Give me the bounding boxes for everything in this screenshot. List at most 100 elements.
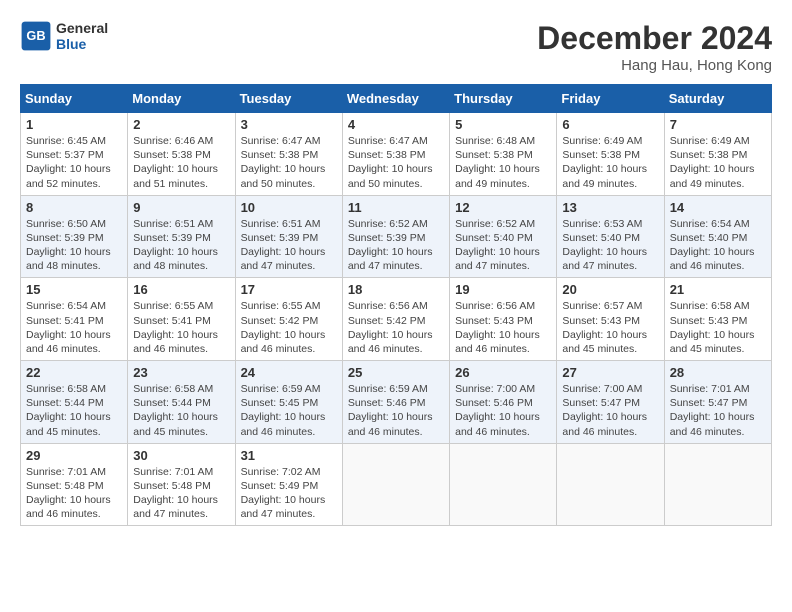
day-number: 5 xyxy=(455,117,551,132)
day-info: Sunrise: 6:53 AM Sunset: 5:40 PM Dayligh… xyxy=(562,217,658,274)
day-info: Sunrise: 6:47 AM Sunset: 5:38 PM Dayligh… xyxy=(348,134,444,191)
day-number: 22 xyxy=(26,365,122,380)
calendar-cell: 14 Sunrise: 6:54 AM Sunset: 5:40 PM Dayl… xyxy=(664,195,771,278)
calendar-cell: 4 Sunrise: 6:47 AM Sunset: 5:38 PM Dayli… xyxy=(342,113,449,196)
day-info: Sunrise: 6:45 AM Sunset: 5:37 PM Dayligh… xyxy=(26,134,122,191)
calendar-cell: 17 Sunrise: 6:55 AM Sunset: 5:42 PM Dayl… xyxy=(235,278,342,361)
day-number: 8 xyxy=(26,200,122,215)
weekday-header-sunday: Sunday xyxy=(21,85,128,113)
calendar-cell: 30 Sunrise: 7:01 AM Sunset: 5:48 PM Dayl… xyxy=(128,443,235,526)
calendar-cell: 1 Sunrise: 6:45 AM Sunset: 5:37 PM Dayli… xyxy=(21,113,128,196)
day-number: 7 xyxy=(670,117,766,132)
calendar-cell: 12 Sunrise: 6:52 AM Sunset: 5:40 PM Dayl… xyxy=(450,195,557,278)
day-number: 2 xyxy=(133,117,229,132)
calendar-cell: 18 Sunrise: 6:56 AM Sunset: 5:42 PM Dayl… xyxy=(342,278,449,361)
calendar-cell: 16 Sunrise: 6:55 AM Sunset: 5:41 PM Dayl… xyxy=(128,278,235,361)
calendar-week-row: 8 Sunrise: 6:50 AM Sunset: 5:39 PM Dayli… xyxy=(21,195,772,278)
calendar-cell: 21 Sunrise: 6:58 AM Sunset: 5:43 PM Dayl… xyxy=(664,278,771,361)
calendar-cell: 20 Sunrise: 6:57 AM Sunset: 5:43 PM Dayl… xyxy=(557,278,664,361)
day-info: Sunrise: 6:54 AM Sunset: 5:41 PM Dayligh… xyxy=(26,299,122,356)
day-number: 16 xyxy=(133,282,229,297)
day-info: Sunrise: 6:59 AM Sunset: 5:45 PM Dayligh… xyxy=(241,382,337,439)
day-info: Sunrise: 6:58 AM Sunset: 5:43 PM Dayligh… xyxy=(670,299,766,356)
day-number: 9 xyxy=(133,200,229,215)
day-info: Sunrise: 6:51 AM Sunset: 5:39 PM Dayligh… xyxy=(241,217,337,274)
calendar-cell: 8 Sunrise: 6:50 AM Sunset: 5:39 PM Dayli… xyxy=(21,195,128,278)
day-number: 19 xyxy=(455,282,551,297)
day-number: 13 xyxy=(562,200,658,215)
day-number: 15 xyxy=(26,282,122,297)
calendar-cell xyxy=(450,443,557,526)
day-number: 11 xyxy=(348,200,444,215)
day-info: Sunrise: 7:00 AM Sunset: 5:47 PM Dayligh… xyxy=(562,382,658,439)
day-info: Sunrise: 7:01 AM Sunset: 5:47 PM Dayligh… xyxy=(670,382,766,439)
day-number: 27 xyxy=(562,365,658,380)
calendar-cell: 2 Sunrise: 6:46 AM Sunset: 5:38 PM Dayli… xyxy=(128,113,235,196)
day-info: Sunrise: 6:47 AM Sunset: 5:38 PM Dayligh… xyxy=(241,134,337,191)
day-info: Sunrise: 7:02 AM Sunset: 5:49 PM Dayligh… xyxy=(241,465,337,522)
day-number: 31 xyxy=(241,448,337,463)
day-number: 12 xyxy=(455,200,551,215)
calendar-table: SundayMondayTuesdayWednesdayThursdayFrid… xyxy=(20,84,772,526)
calendar-cell: 9 Sunrise: 6:51 AM Sunset: 5:39 PM Dayli… xyxy=(128,195,235,278)
calendar-cell: 28 Sunrise: 7:01 AM Sunset: 5:47 PM Dayl… xyxy=(664,361,771,444)
day-info: Sunrise: 6:48 AM Sunset: 5:38 PM Dayligh… xyxy=(455,134,551,191)
weekday-header-wednesday: Wednesday xyxy=(342,85,449,113)
day-number: 3 xyxy=(241,117,337,132)
day-info: Sunrise: 6:50 AM Sunset: 5:39 PM Dayligh… xyxy=(26,217,122,274)
calendar-week-row: 1 Sunrise: 6:45 AM Sunset: 5:37 PM Dayli… xyxy=(21,113,772,196)
day-number: 20 xyxy=(562,282,658,297)
day-number: 1 xyxy=(26,117,122,132)
day-number: 18 xyxy=(348,282,444,297)
calendar-cell: 22 Sunrise: 6:58 AM Sunset: 5:44 PM Dayl… xyxy=(21,361,128,444)
day-number: 14 xyxy=(670,200,766,215)
month-title: December 2024 xyxy=(537,20,772,57)
day-info: Sunrise: 7:01 AM Sunset: 5:48 PM Dayligh… xyxy=(26,465,122,522)
calendar-cell: 19 Sunrise: 6:56 AM Sunset: 5:43 PM Dayl… xyxy=(450,278,557,361)
calendar-header-row: SundayMondayTuesdayWednesdayThursdayFrid… xyxy=(21,85,772,113)
day-info: Sunrise: 6:56 AM Sunset: 5:42 PM Dayligh… xyxy=(348,299,444,356)
day-info: Sunrise: 6:55 AM Sunset: 5:41 PM Dayligh… xyxy=(133,299,229,356)
weekday-header-saturday: Saturday xyxy=(664,85,771,113)
calendar-cell: 15 Sunrise: 6:54 AM Sunset: 5:41 PM Dayl… xyxy=(21,278,128,361)
calendar-cell xyxy=(557,443,664,526)
weekday-header-friday: Friday xyxy=(557,85,664,113)
day-info: Sunrise: 6:52 AM Sunset: 5:40 PM Dayligh… xyxy=(455,217,551,274)
logo: GB General Blue xyxy=(20,20,108,52)
day-info: Sunrise: 6:56 AM Sunset: 5:43 PM Dayligh… xyxy=(455,299,551,356)
calendar-cell: 13 Sunrise: 6:53 AM Sunset: 5:40 PM Dayl… xyxy=(557,195,664,278)
calendar-cell xyxy=(664,443,771,526)
calendar-week-row: 29 Sunrise: 7:01 AM Sunset: 5:48 PM Dayl… xyxy=(21,443,772,526)
day-number: 28 xyxy=(670,365,766,380)
weekday-header-tuesday: Tuesday xyxy=(235,85,342,113)
svg-text:GB: GB xyxy=(26,28,45,43)
calendar-cell: 29 Sunrise: 7:01 AM Sunset: 5:48 PM Dayl… xyxy=(21,443,128,526)
calendar-cell: 27 Sunrise: 7:00 AM Sunset: 5:47 PM Dayl… xyxy=(557,361,664,444)
day-number: 24 xyxy=(241,365,337,380)
calendar-cell: 11 Sunrise: 6:52 AM Sunset: 5:39 PM Dayl… xyxy=(342,195,449,278)
day-number: 21 xyxy=(670,282,766,297)
day-info: Sunrise: 7:01 AM Sunset: 5:48 PM Dayligh… xyxy=(133,465,229,522)
calendar-cell: 3 Sunrise: 6:47 AM Sunset: 5:38 PM Dayli… xyxy=(235,113,342,196)
day-number: 17 xyxy=(241,282,337,297)
weekday-header-thursday: Thursday xyxy=(450,85,557,113)
weekday-header-monday: Monday xyxy=(128,85,235,113)
calendar-cell: 23 Sunrise: 6:58 AM Sunset: 5:44 PM Dayl… xyxy=(128,361,235,444)
day-number: 29 xyxy=(26,448,122,463)
day-number: 23 xyxy=(133,365,229,380)
day-info: Sunrise: 6:49 AM Sunset: 5:38 PM Dayligh… xyxy=(670,134,766,191)
calendar-cell: 5 Sunrise: 6:48 AM Sunset: 5:38 PM Dayli… xyxy=(450,113,557,196)
calendar-cell: 26 Sunrise: 7:00 AM Sunset: 5:46 PM Dayl… xyxy=(450,361,557,444)
logo-icon: GB xyxy=(20,20,52,52)
calendar-cell: 6 Sunrise: 6:49 AM Sunset: 5:38 PM Dayli… xyxy=(557,113,664,196)
calendar-cell: 25 Sunrise: 6:59 AM Sunset: 5:46 PM Dayl… xyxy=(342,361,449,444)
page-header: GB General Blue December 2024 Hang Hau, … xyxy=(20,20,772,74)
day-info: Sunrise: 6:51 AM Sunset: 5:39 PM Dayligh… xyxy=(133,217,229,274)
day-info: Sunrise: 6:57 AM Sunset: 5:43 PM Dayligh… xyxy=(562,299,658,356)
day-number: 25 xyxy=(348,365,444,380)
day-info: Sunrise: 6:58 AM Sunset: 5:44 PM Dayligh… xyxy=(133,382,229,439)
day-number: 10 xyxy=(241,200,337,215)
day-info: Sunrise: 6:52 AM Sunset: 5:39 PM Dayligh… xyxy=(348,217,444,274)
day-number: 30 xyxy=(133,448,229,463)
calendar-cell: 10 Sunrise: 6:51 AM Sunset: 5:39 PM Dayl… xyxy=(235,195,342,278)
